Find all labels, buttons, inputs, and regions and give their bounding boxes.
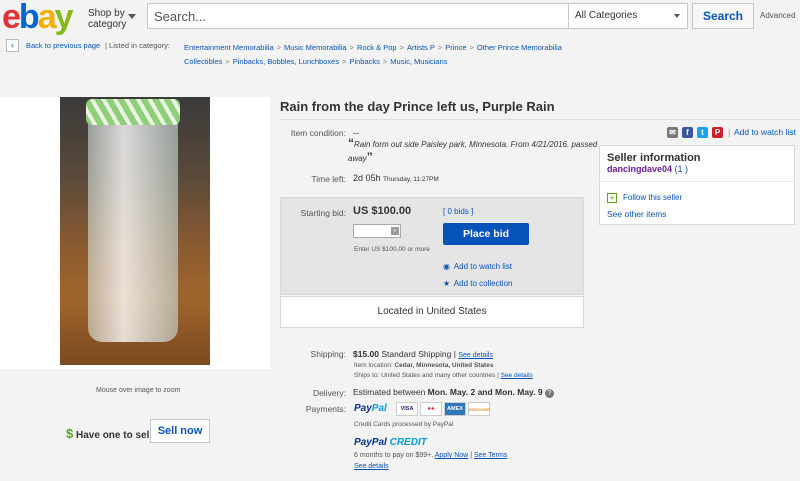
eye-icon: ◉ — [443, 262, 450, 271]
breadcrumb-item[interactable]: Artists P — [407, 43, 435, 52]
condition-label: Item condition: — [290, 128, 346, 138]
email-icon[interactable]: ✉ — [667, 127, 678, 138]
shipping-details-link[interactable]: See details — [458, 352, 493, 359]
breadcrumb: Entertainment Memorabilia > Music Memorabi… — [184, 43, 562, 66]
credit-cards-note: Credit Cards processed by PayPal — [354, 421, 454, 428]
search-bar: All Categories — [147, 3, 688, 29]
help-icon[interactable]: ? — [544, 389, 554, 398]
star-icon: ★ — [443, 279, 451, 288]
delivery-label: Delivery: — [312, 388, 346, 398]
keyboard-icon: ≡ — [391, 227, 399, 235]
breadcrumb-item[interactable]: Collectibles — [184, 57, 222, 66]
bids-count-link[interactable]: [ 0 bids ] — [443, 207, 473, 216]
item-location-line: Item location: Cedar, Minnesota, United … — [354, 362, 494, 369]
breadcrumb-item[interactable]: Music Memorabilia — [284, 43, 347, 52]
back-to-previous-page-link[interactable]: Back to previous page — [26, 41, 100, 50]
bid-amount-input[interactable]: ≡ — [353, 224, 401, 238]
breadcrumb-item[interactable]: Rock & Pop — [357, 43, 397, 52]
item-title: Rain from the day Prince left us, Purple… — [280, 99, 555, 114]
pinterest-icon[interactable]: P — [712, 127, 723, 138]
add-to-collection-button[interactable]: ★ Add to collection — [443, 279, 512, 288]
credit-details-link[interactable]: See details — [354, 463, 389, 470]
enter-bid-note: Enter US $100.00 or more — [354, 246, 430, 253]
paypal-logo: PayPal — [354, 403, 387, 414]
breadcrumb-item[interactable]: Other Prince Memorabilia — [477, 43, 562, 52]
place-bid-button[interactable]: Place bid — [443, 223, 529, 245]
category-select[interactable]: All Categories — [568, 4, 688, 28]
plus-icon: + — [607, 193, 617, 203]
delivery-value: Estimated between Mon. May. 2 and Mon. M… — [353, 387, 554, 398]
paypal-credit-logo: PayPal CREDIT — [354, 437, 427, 448]
jar-shape — [88, 107, 178, 342]
chevron-down-icon — [128, 14, 136, 19]
time-left-value: 2d 05h Thursday, 11:27PM — [353, 173, 439, 183]
apply-now-link[interactable]: Apply Now — [435, 452, 468, 459]
shipping-label: Shipping: — [310, 349, 346, 359]
item-image-panel — [0, 97, 270, 369]
payments-label: Payments: — [305, 404, 346, 414]
breadcrumb-item[interactable]: Entertainment Memorabilia — [184, 43, 274, 52]
paypal-credit-line: 6 months to pay on $99+. Apply Now | See… — [354, 452, 508, 459]
starting-bid-label: Starting bid: — [300, 208, 346, 218]
starting-bid-price: US $100.00 — [353, 205, 412, 217]
seller-name: dancingdave04 (1 ) — [607, 164, 688, 174]
dollar-icon: $ — [66, 426, 74, 441]
have-one-to-sell: $ Have one to sell? — [66, 426, 159, 441]
twitter-icon[interactable]: t — [697, 127, 708, 138]
sell-now-button[interactable]: Sell now — [150, 419, 210, 443]
see-terms-link[interactable]: See Terms — [474, 452, 507, 459]
discover-icon: DISCOVER — [468, 402, 490, 416]
chevron-down-icon — [674, 14, 680, 18]
add-to-watch-list-link[interactable]: Add to watch list — [734, 127, 796, 137]
breadcrumb-item[interactable]: Pinbacks — [349, 57, 379, 66]
jar-lid-shape — [86, 99, 180, 125]
ebay-logo[interactable]: ebay — [2, 0, 74, 34]
item-location-box: Located in United States — [280, 296, 584, 328]
zoom-hint: Mouse over image to zoom — [96, 387, 181, 394]
share-separator: | — [728, 127, 731, 137]
divider — [280, 119, 800, 120]
shop-by-category-button[interactable]: Shop by category — [88, 8, 136, 30]
breadcrumb-item[interactable]: Prince — [445, 43, 466, 52]
listed-in-category-label: | Listed in category: — [105, 41, 170, 50]
shipping-value: $15.00 Standard Shipping | See details — [353, 349, 493, 359]
time-left-label: Time left: — [311, 174, 346, 184]
search-button[interactable]: Search — [692, 3, 754, 29]
back-arrow-icon[interactable]: ‹ — [6, 39, 19, 52]
follow-seller-link[interactable]: Follow this seller — [623, 193, 682, 202]
seller-username-link[interactable]: dancingdave04 — [607, 164, 672, 174]
amex-icon: AMEX — [444, 402, 466, 416]
facebook-icon[interactable]: f — [682, 127, 693, 138]
seller-info-title: Seller information — [607, 152, 701, 164]
divider — [599, 181, 795, 182]
add-to-watch-list-button[interactable]: ◉ Add to watch list — [443, 262, 512, 271]
search-input[interactable] — [148, 4, 568, 28]
see-other-items-link[interactable]: See other items — [607, 209, 667, 219]
item-description-quote: “Rain form out side Paisley park, Minnes… — [348, 136, 598, 164]
advanced-search-link[interactable]: Advanced — [760, 11, 796, 20]
item-photo[interactable] — [60, 97, 210, 365]
breadcrumb-item[interactable]: Pinbacks, Bobbles, Lunchboxes — [233, 57, 339, 66]
ships-to-line: Ships to: United States and many other c… — [354, 372, 533, 379]
visa-icon: VISA — [396, 402, 418, 416]
ships-to-details-link[interactable]: See details — [501, 372, 533, 379]
breadcrumb-item[interactable]: Music, Musicians — [390, 57, 447, 66]
mastercard-icon: ●● — [420, 402, 442, 416]
seller-feedback-link[interactable]: (1 ) — [675, 164, 689, 174]
